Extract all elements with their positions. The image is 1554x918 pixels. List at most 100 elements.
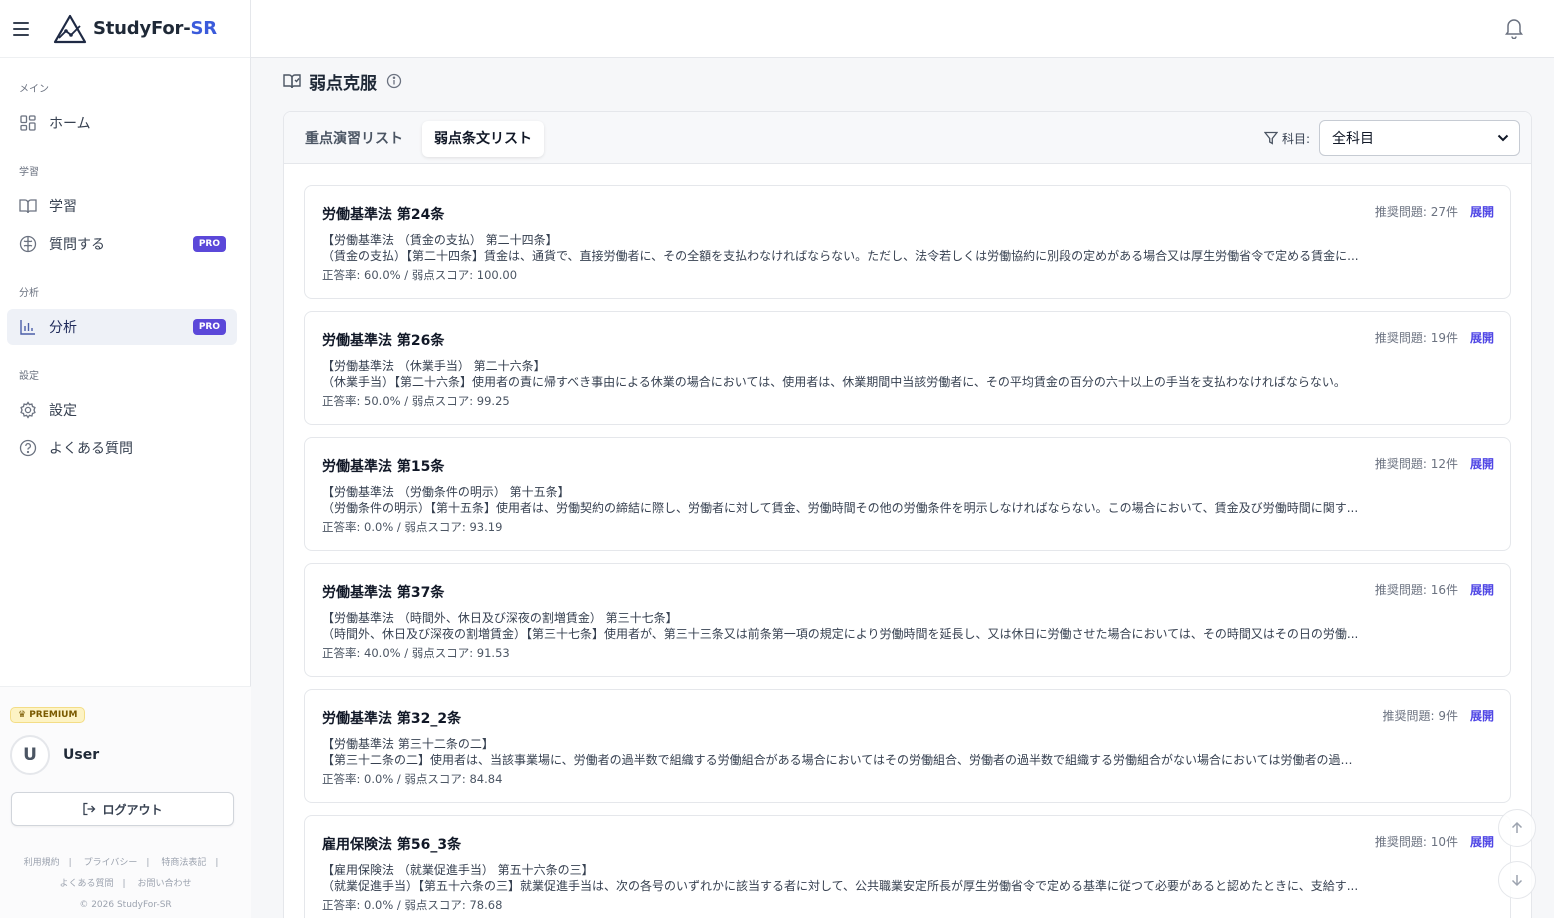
article-card[interactable]: 労働基準法 第24条 推奨問題: 27件 展開 【労働基準法 （賃金の支払） 第二… [304,185,1511,299]
crown-icon: ♛ [18,710,30,720]
article-card[interactable]: 労働基準法 第37条 推奨問題: 16件 展開 【労働基準法 （時間外、休日及び深… [304,563,1511,677]
faq-link[interactable]: よくある質問 [60,879,114,889]
recommended-count: 推奨問題: 27件 [1374,205,1458,219]
article-heading: 【雇用保険法 （就業促進手当） 第五十六条の三】 [322,863,594,877]
weakness-panel: 重点演習リスト 弱点条文リスト 科目: 全科目 労働基準法 第24条 推奨問題:… [283,111,1532,918]
sidebar-item-settings[interactable]: 設定 [7,392,237,428]
expand-button[interactable]: 展開 [1470,581,1494,598]
recommended-count: 推奨問題: 16件 [1374,583,1458,597]
copyright: © 2026 StudyFor-SR [79,900,172,910]
top-bar [251,0,1554,58]
pro-badge: PRO [192,319,226,335]
nav-section-study: 学習 [19,167,39,178]
pro-badge: PRO [192,236,226,252]
page-title: 弱点克服 [309,73,377,94]
card-meta: 推奨問題: 19件 展開 [1375,329,1494,346]
brand-name[interactable]: StudyFor-SR [93,18,217,39]
article-card[interactable]: 労働基準法 第32_2条 推奨問題: 9件 展開 【労働基準法 第三十二条の二】 … [304,689,1511,803]
legal-link[interactable]: 特商法表記 [161,858,206,868]
expand-button[interactable]: 展開 [1470,203,1494,220]
article-heading: 【労働基準法 （休業手当） 第二十六条】 [322,359,546,373]
sidebar-item-label: ホーム [49,116,91,132]
menu-icon[interactable] [13,21,29,36]
card-meta: 推奨問題: 12件 展開 [1375,455,1494,472]
page-header: 弱点克服 [283,68,402,94]
article-title: 労働基準法 第32_2条 [322,711,462,727]
sidebar-item-label: 質問する [49,237,105,253]
logout-button[interactable]: ログアウト [11,792,234,826]
article-score: 正答率: 0.0% / 弱点スコア: 84.84 [322,772,503,786]
expand-button[interactable]: 展開 [1470,329,1494,346]
article-title: 労働基準法 第37条 [322,585,445,601]
recommended-count: 推奨問題: 12件 [1374,457,1458,471]
tab-weak-articles[interactable]: 弱点条文リスト [422,121,544,157]
help-circle-icon [19,439,37,457]
article-heading: 【労働基準法 第三十二条の二】 [322,737,494,751]
article-text: （賃金の支払）【第二十四条】賃金は、通貨で、直接労働者に、その全額を支払わなけれ… [322,249,1359,263]
card-meta: 推奨問題: 9件 展開 [1382,707,1494,724]
sidebar-item-home[interactable]: ホーム [7,105,237,141]
grid-icon [19,114,37,132]
scroll-bottom-button[interactable] [1498,861,1536,899]
subject-filter: 科目: 全科目 [1263,120,1520,156]
bell-icon[interactable] [1504,17,1524,39]
tab-focus-practice[interactable]: 重点演習リスト [293,121,415,157]
subject-select[interactable]: 全科目 [1319,120,1520,156]
article-score: 正答率: 50.0% / 弱点スコア: 99.25 [322,394,510,408]
filter-label: 科目: [1281,131,1310,146]
article-title: 労働基準法 第26条 [322,333,445,349]
article-text: （労働条件の明示）【第十五条】使用者は、労働契約の締結に際し、労働者に対して賃金… [322,501,1359,515]
nav-section-analysis: 分析 [19,288,39,299]
chevron-down-icon [1497,134,1509,142]
sidebar: StudyFor-SR メイン ホーム 学習 学習 質問する PRO 分析 分析… [0,0,251,918]
sidebar-item-label: よくある質問 [49,441,133,457]
scroll-top-button[interactable] [1498,809,1536,847]
nav-section-settings: 設定 [19,371,39,382]
expand-button[interactable]: 展開 [1470,707,1494,724]
article-score: 正答率: 0.0% / 弱点スコア: 78.68 [322,898,503,912]
article-score: 正答率: 60.0% / 弱点スコア: 100.00 [322,268,518,282]
filter-icon [1263,131,1278,145]
subject-select-value: 全科目 [1332,131,1374,147]
recommended-count: 推奨問題: 19件 [1374,331,1458,345]
sidebar-item-ask[interactable]: 質問する PRO [7,226,237,262]
article-text: （休業手当）【第二十六条】使用者の責に帰すべき事由による休業の場合においては、使… [322,375,1346,389]
article-title: 労働基準法 第24条 [322,207,445,223]
article-heading: 【労働基準法 （時間外、休日及び深夜の割増賃金） 第三十七条】 [322,611,678,625]
expand-button[interactable]: 展開 [1470,455,1494,472]
sidebar-item-label: 分析 [49,320,77,336]
card-meta: 推奨問題: 27件 展開 [1375,203,1494,220]
article-card[interactable]: 労働基準法 第26条 推奨問題: 19件 展開 【労働基準法 （休業手当） 第二十… [304,311,1511,425]
recommended-count: 推奨問題: 9件 [1382,709,1458,723]
article-text: 【第三十二条の二】使用者は、当該事業場に、労働者の過半数で組織する労働組合がある… [322,753,1362,767]
article-heading: 【労働基準法 （労働条件の明示） 第十五条】 [322,485,570,499]
article-card[interactable]: 労働基準法 第15条 推奨問題: 12件 展開 【労働基準法 （労働条件の明示） … [304,437,1511,551]
terms-link[interactable]: 利用規約 [24,858,60,868]
contact-link[interactable]: お問い合わせ [137,879,191,889]
article-heading: 【労働基準法 （賃金の支払） 第二十四条】 [322,233,558,247]
card-meta: 推奨問題: 16件 展開 [1375,581,1494,598]
arrow-down-icon [1511,875,1523,887]
privacy-link[interactable]: プライバシー [84,858,138,868]
sidebar-item-analysis[interactable]: 分析 PRO [7,309,237,345]
info-icon[interactable] [386,73,402,89]
sidebar-item-label: 学習 [49,199,77,215]
article-card[interactable]: 雇用保険法 第56_3条 推奨問題: 10件 展開 【雇用保険法 （就業促進手当）… [304,815,1511,918]
sidebar-item-faq[interactable]: よくある質問 [7,430,237,466]
username: User [63,747,100,763]
article-title: 労働基準法 第15条 [322,459,445,475]
expand-button[interactable]: 展開 [1470,833,1494,850]
sidebar-item-study[interactable]: 学習 [7,188,237,224]
logo-icon[interactable] [53,14,87,44]
footer-links: 利用規約 | プライバシー | 特商法表記 | よくある質問 | お問い合わせ © 20… [0,853,251,916]
book-icon [19,197,37,215]
article-title: 雇用保険法 第56_3条 [322,837,462,853]
book-open-icon [283,74,301,89]
article-text: （時間外、休日及び深夜の割増賃金）【第三十七条】使用者が、第三十三条又は前条第一… [322,627,1359,641]
card-meta: 推奨問題: 10件 展開 [1375,833,1494,850]
tab-bar: 重点演習リスト 弱点条文リスト 科目: 全科目 [284,112,1531,164]
avatar[interactable]: U [10,735,50,775]
arrow-up-icon [1511,821,1523,833]
brain-icon [19,235,37,253]
sidebar-footer: ♛ PREMIUM U User ログアウト 利用規約 | プライバシー | 特商法… [0,686,251,918]
